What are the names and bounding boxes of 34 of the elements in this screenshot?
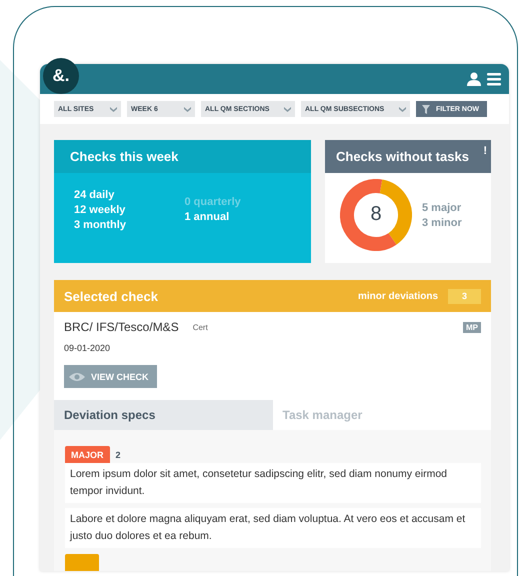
check-count: 12 weekly (74, 204, 126, 216)
chevron-icon (184, 106, 191, 112)
tab[interactable]: Deviation specs (54, 400, 272, 430)
deviation-count: 2 (116, 450, 121, 460)
legend-label: 5 major (422, 202, 462, 214)
legend-label: 3 minor (422, 216, 462, 228)
check-count: 24 daily (74, 189, 116, 201)
check-count: 1 annual (184, 211, 230, 223)
check-count: 3 monthly (74, 219, 127, 231)
check-name: BRC/ IFS/Tesco/M&S (64, 320, 179, 334)
severity-tag (65, 554, 99, 571)
chevron-icon (110, 106, 117, 112)
deviations-label: minor deviations (358, 290, 438, 302)
alert-mark: ! (483, 145, 487, 157)
check-date: 09-01-2020 (64, 343, 112, 353)
initials-tag: MP (463, 322, 481, 332)
deviation-text: Lorem ipsum dolor sit amet, consetetur sadipscing elitr, sed diam nonumy eirmod tempor invidunt. (65, 463, 481, 503)
chevron-icon (399, 106, 406, 112)
eye-icon (69, 372, 85, 382)
menu-icon[interactable] (487, 72, 501, 86)
card-title: Selected check (64, 288, 158, 304)
card-title: Checks this week (54, 140, 311, 173)
logo[interactable]: &. (43, 58, 79, 94)
check-count: 0 quarterly (184, 196, 242, 208)
filter-icon (422, 104, 430, 114)
check-type: Cert (192, 322, 208, 332)
user-icon[interactable] (467, 72, 481, 86)
deviation-count: 3 (448, 288, 481, 304)
donut-drawing (340, 179, 412, 251)
total-count: 8 (369, 203, 383, 226)
card-title: Checks without tasks ! (325, 140, 491, 173)
chevron-icon (284, 106, 291, 112)
severity-tag: MAJOR (65, 446, 110, 463)
deviation-text: Labore et dolore magna aliquyam erat, sed diam voluptua. At vero eos et accusam et justo duo dolores et ea rebum. (65, 508, 481, 548)
